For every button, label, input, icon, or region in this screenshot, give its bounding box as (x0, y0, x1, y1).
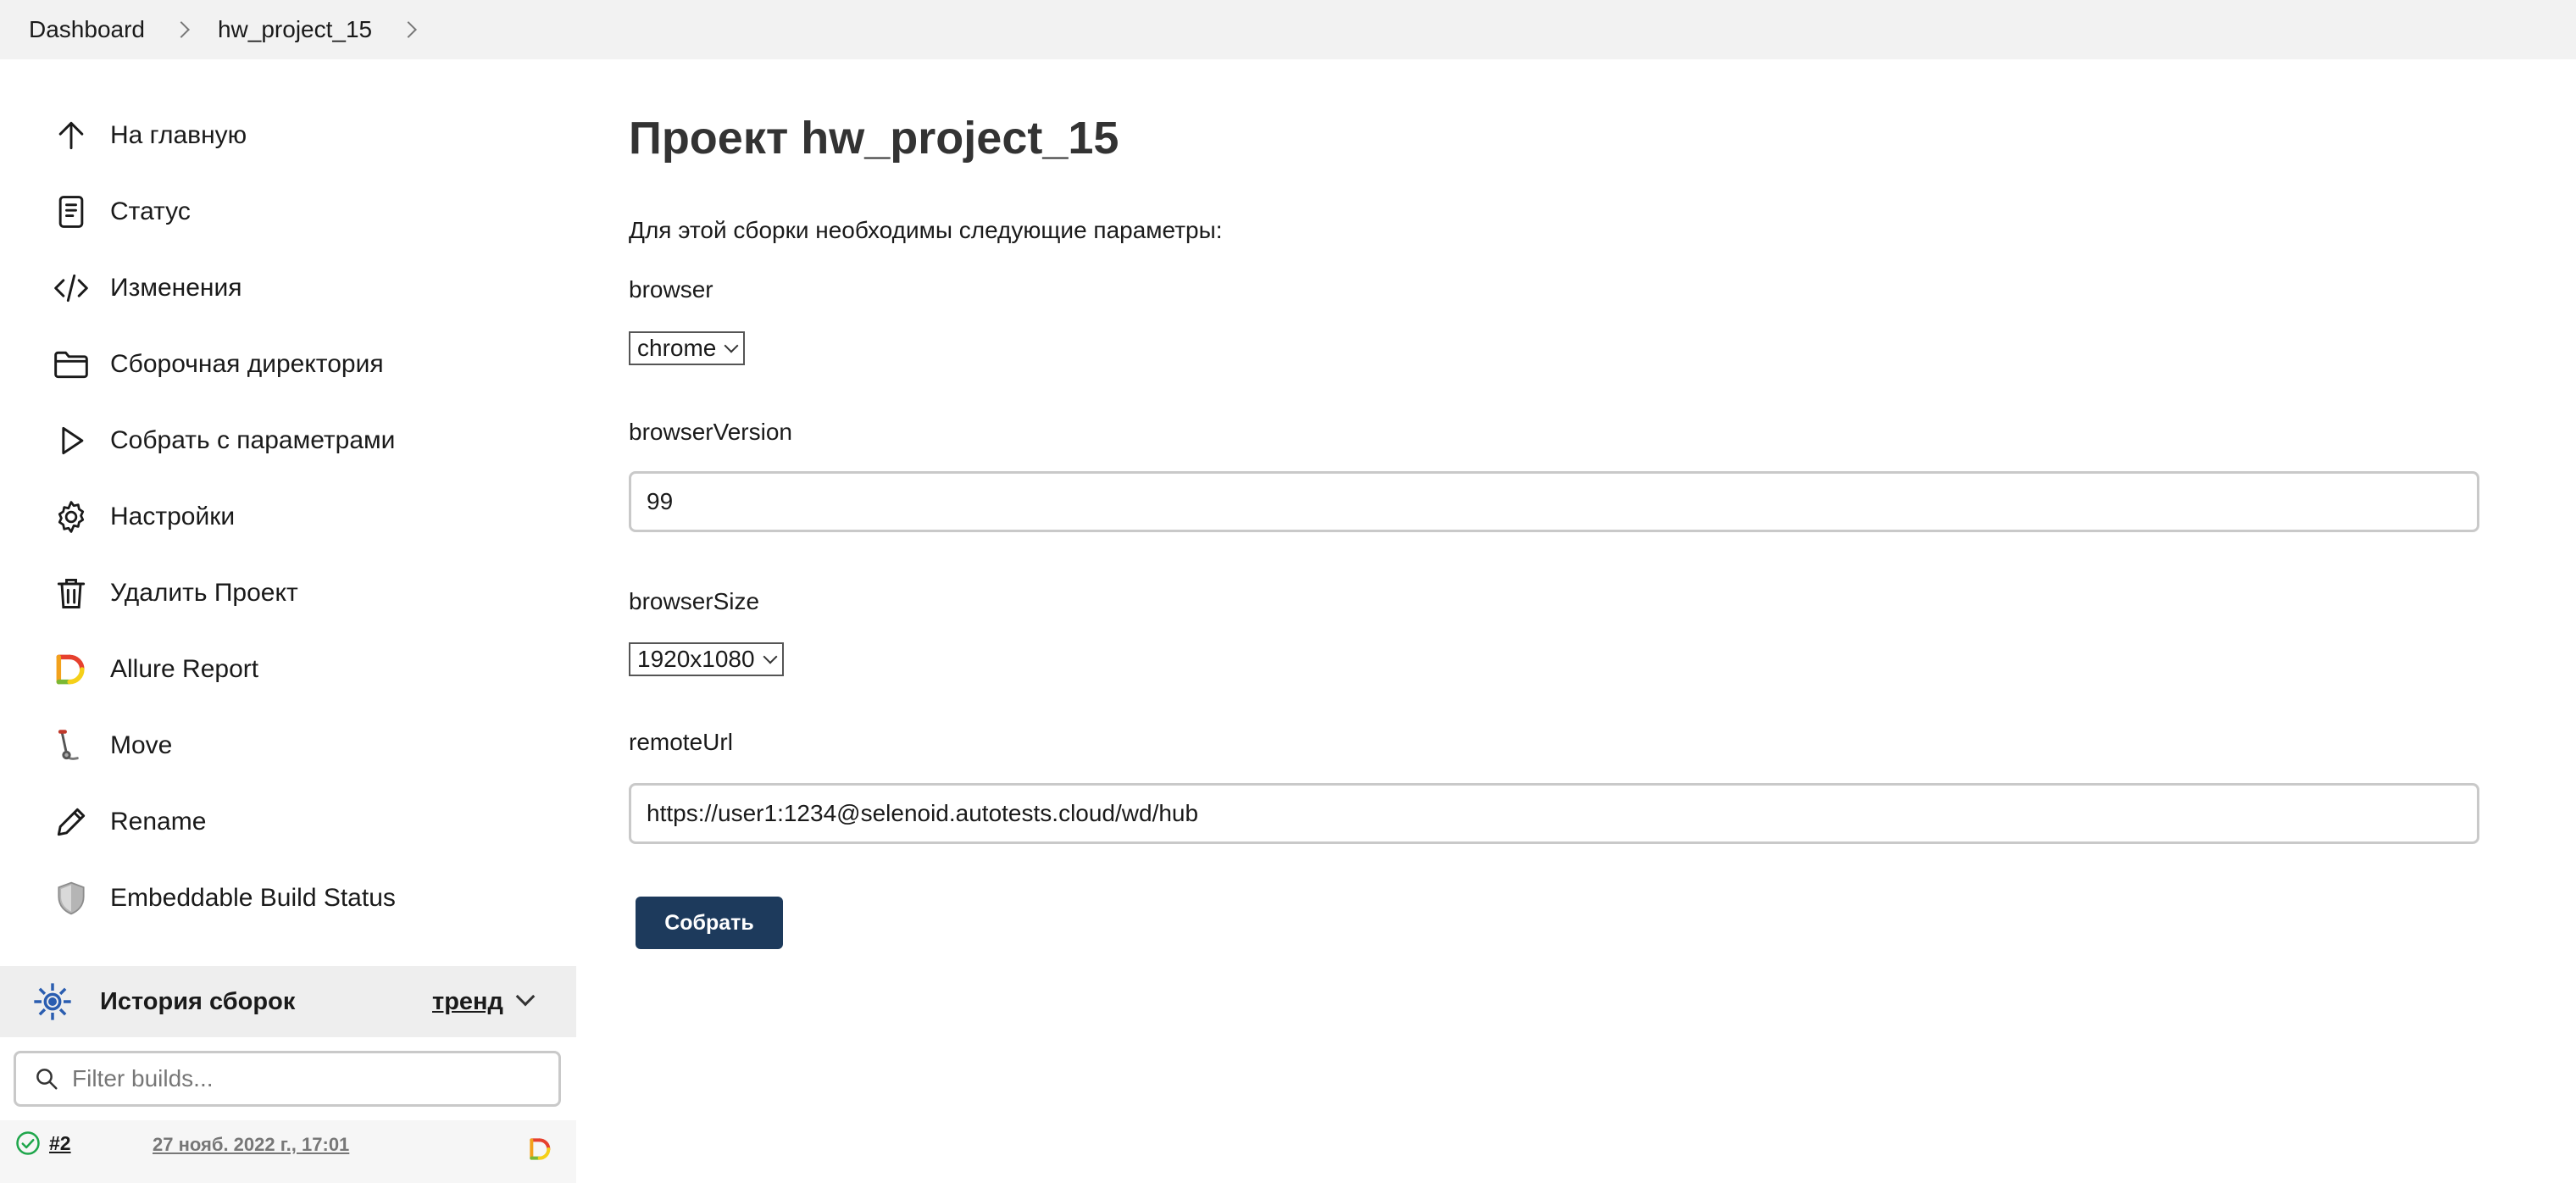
sidebar-item-embeddable-build-status[interactable]: Embeddable Build Status (49, 873, 396, 924)
trend-link[interactable]: тренд (432, 988, 503, 1016)
chevron-right-icon[interactable] (173, 21, 190, 38)
folder-icon (49, 342, 93, 386)
allure-icon (49, 647, 93, 691)
sidebar-item-label: Настройки (110, 503, 236, 530)
sidebar-item-label: Собрать с параметрами (110, 426, 396, 454)
remote-url-input[interactable] (647, 800, 2426, 827)
sidebar-item-home[interactable]: На главную (49, 110, 247, 161)
browser-version-input[interactable] (647, 488, 2426, 515)
chevron-right-icon[interactable] (400, 21, 418, 38)
sidebar-item-label: Allure Report (110, 655, 259, 683)
document-icon (49, 190, 93, 234)
sidebar-item-label: На главную (110, 121, 247, 149)
arrow-up-icon (49, 114, 93, 158)
browser-version-field[interactable] (629, 471, 2479, 532)
shield-icon (49, 876, 93, 920)
breadcrumb-item-project[interactable]: hw_project_15 (218, 16, 423, 43)
sidebar-item-status[interactable]: Статус (49, 186, 191, 237)
browser-select[interactable]: chrome (629, 331, 746, 365)
remote-url-field[interactable] (629, 783, 2479, 844)
breadcrumb-item-dashboard[interactable]: Dashboard (29, 16, 196, 43)
gear-icon (49, 495, 93, 539)
sidebar-item-label: Embeddable Build Status (110, 884, 396, 912)
sidebar-item-label: Rename (110, 808, 207, 836)
filter-builds-field[interactable] (14, 1051, 561, 1107)
param-label-browser-version: browserVersion (629, 419, 792, 445)
breadcrumb-label[interactable]: Dashboard (29, 16, 145, 43)
browser-select-value: chrome (637, 335, 717, 361)
search-icon (28, 1060, 65, 1097)
sidebar-item-workspace[interactable]: Сборочная директория (49, 339, 384, 390)
build-submit-button[interactable]: Собрать (636, 897, 783, 949)
param-label-remote-url: remoteUrl (629, 729, 733, 755)
breadcrumb: Dashboard hw_project_15 (0, 0, 2576, 59)
page-title: Проект hw_project_15 (629, 113, 1119, 164)
chevron-down-icon (724, 338, 739, 353)
sidebar: На главную Статус Изменения Сборочная ди… (0, 59, 576, 1183)
build-history-header: История сборок тренд (0, 966, 576, 1037)
breadcrumb-label[interactable]: hw_project_15 (218, 16, 372, 43)
sidebar-item-label: Move (110, 731, 173, 759)
sidebar-item-rename[interactable]: Rename (49, 797, 206, 847)
sidebar-item-label: Изменения (110, 274, 242, 302)
parameters-intro-text: Для этой сборки необходимы следующие пар… (629, 217, 1223, 243)
chevron-down-icon (763, 649, 778, 664)
code-icon (49, 266, 93, 310)
param-label-browser-size: browserSize (629, 588, 760, 614)
browser-size-select-value: 1920x1080 (637, 646, 755, 672)
sidebar-item-move[interactable]: Move (49, 720, 172, 771)
sidebar-item-build-with-params[interactable]: Собрать с параметрами (49, 415, 395, 466)
build-history-icon (31, 980, 75, 1024)
chevron-down-icon[interactable] (515, 986, 536, 1007)
sidebar-item-label: Статус (110, 197, 191, 225)
build-row[interactable]: #2 27 нояб. 2022 г., 17:01 (0, 1120, 576, 1183)
allure-icon[interactable] (527, 1136, 556, 1164)
browser-size-select[interactable]: 1920x1080 (629, 642, 784, 676)
play-icon (49, 419, 93, 463)
sidebar-item-allure-report[interactable]: Allure Report (49, 644, 258, 695)
sidebar-item-label: Сборочная директория (110, 350, 384, 378)
param-label-browser: browser (629, 276, 713, 303)
build-number-link[interactable]: #2 (49, 1132, 71, 1155)
sidebar-item-changes[interactable]: Изменения (49, 263, 242, 314)
sidebar-item-label: Удалить Проект (110, 579, 298, 607)
sidebar-item-delete-project[interactable]: Удалить Проект (49, 568, 298, 619)
build-date-link[interactable]: 27 нояб. 2022 г., 17:01 (153, 1134, 349, 1156)
move-icon (49, 724, 93, 768)
filter-builds-input[interactable] (72, 1065, 547, 1092)
build-history-title: История сборок (100, 987, 296, 1015)
main-content: Проект hw_project_15 Для этой сборки нео… (629, 59, 2527, 1183)
success-status-icon (15, 1130, 41, 1156)
trash-icon (49, 571, 93, 615)
pencil-icon (49, 800, 93, 844)
sidebar-item-settings[interactable]: Настройки (49, 492, 235, 542)
